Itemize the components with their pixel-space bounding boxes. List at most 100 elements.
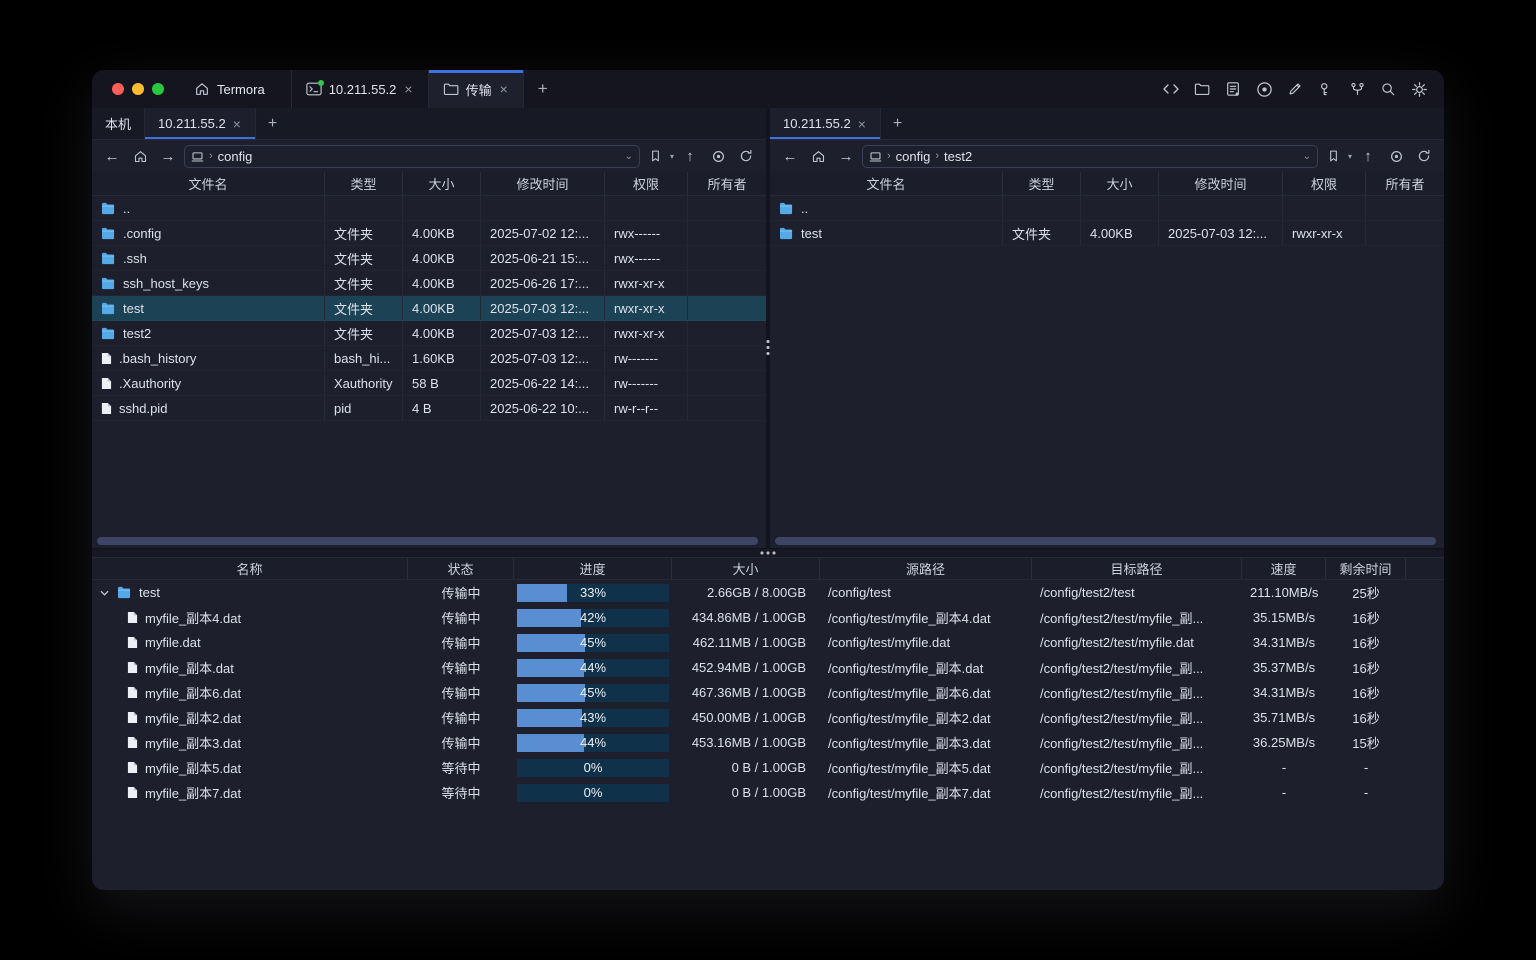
file-row[interactable]: ..: [92, 196, 766, 221]
new-window-tab-button[interactable]: +: [524, 70, 562, 108]
bookmark-caret-icon[interactable]: ▾: [1348, 152, 1352, 161]
collapse-chevron-icon[interactable]: [98, 590, 110, 596]
breadcrumb-segment[interactable]: config: [896, 149, 931, 164]
parent-directory-button[interactable]: ↑: [1356, 144, 1380, 168]
transfer-row[interactable]: myfile_副本3.dat传输中44%453.16MB / 1.00GB/co…: [92, 730, 1444, 755]
forward-button[interactable]: →: [834, 144, 858, 168]
file-row[interactable]: test2文件夹4.00KB2025-07-03 12:...rwxr-xr-x: [92, 321, 766, 346]
file-name: ..: [801, 201, 808, 216]
minimize-window-button[interactable]: [132, 83, 144, 95]
left-file-panel: 本机10.211.55.2×+ ← → ›config ⌄ ▾ ↑: [92, 108, 766, 548]
chevron-down-icon[interactable]: ⌄: [1303, 151, 1311, 162]
transfer-row[interactable]: myfile_副本2.dat传输中43%450.00MB / 1.00GB/co…: [92, 705, 1444, 730]
file-row[interactable]: test文件夹4.00KB2025-07-03 12:...rwxr-xr-x: [92, 296, 766, 321]
column-header-所有者[interactable]: 所有者: [1366, 172, 1444, 195]
home-icon: [133, 149, 148, 164]
column-header-权限[interactable]: 权限: [605, 172, 688, 195]
column-header-修改时间[interactable]: 修改时间: [481, 172, 605, 195]
termora-window: Termora 10.211.55.2×传输× + 本机10.211.55.2×…: [92, 70, 1444, 890]
window-tab-传输[interactable]: 传输×: [428, 70, 524, 108]
key-button[interactable]: [1317, 80, 1335, 98]
code-button[interactable]: [1162, 80, 1180, 98]
forward-button[interactable]: →: [156, 144, 180, 168]
refresh-button[interactable]: [734, 144, 758, 168]
new-panel-tab-button[interactable]: +: [256, 108, 289, 139]
new-panel-tab-button[interactable]: +: [881, 108, 914, 139]
column-header-剩余时间[interactable]: 剩余时间: [1326, 558, 1406, 579]
column-header-类型[interactable]: 类型: [1003, 172, 1081, 195]
column-header-大小[interactable]: 大小: [672, 558, 820, 579]
breadcrumb-segment[interactable]: config: [218, 149, 253, 164]
transfer-row[interactable]: myfile_副本.dat传输中44%452.94MB / 1.00GB/con…: [92, 655, 1444, 680]
folder-button[interactable]: [1193, 80, 1211, 98]
home-button[interactable]: [128, 144, 152, 168]
left-horizontal-scrollbar[interactable]: [97, 537, 758, 545]
column-header-文件名[interactable]: 文件名: [92, 172, 325, 195]
column-header-名称[interactable]: 名称: [92, 558, 408, 579]
transfer-row[interactable]: test传输中33%2.66GB / 8.00GB/config/test/co…: [92, 580, 1444, 605]
parent-directory-button[interactable]: ↑: [678, 144, 702, 168]
column-header-大小[interactable]: 大小: [1081, 172, 1159, 195]
bookmark-caret-icon[interactable]: ▾: [670, 152, 674, 161]
transfer-size-cell: 453.16MB / 1.00GB: [672, 735, 820, 750]
breadcrumb-segment[interactable]: test2: [944, 149, 972, 164]
column-header-所有者[interactable]: 所有者: [688, 172, 766, 195]
transfer-row[interactable]: myfile.dat传输中45%462.11MB / 1.00GB/config…: [92, 630, 1444, 655]
close-tab-icon[interactable]: ×: [857, 117, 867, 131]
close-window-button[interactable]: [112, 83, 124, 95]
left-breadcrumb[interactable]: ›config ⌄: [184, 145, 640, 168]
file-row[interactable]: ..: [770, 196, 1444, 221]
column-header-目标路径[interactable]: 目标路径: [1032, 558, 1242, 579]
column-header-源路径[interactable]: 源路径: [820, 558, 1032, 579]
transfer-row[interactable]: myfile_副本6.dat传输中45%467.36MB / 1.00GB/co…: [92, 680, 1444, 705]
back-button[interactable]: ←: [778, 144, 802, 168]
column-header-文件名[interactable]: 文件名: [770, 172, 1003, 195]
close-tab-icon[interactable]: ×: [499, 82, 509, 96]
gear-button[interactable]: [1410, 80, 1428, 98]
file-row[interactable]: .ssh文件夹4.00KB2025-06-21 15:...rwx------: [92, 246, 766, 271]
transfer-splitter[interactable]: [92, 548, 1444, 558]
column-header-大小[interactable]: 大小: [403, 172, 481, 195]
app-home-tab[interactable]: Termora: [182, 70, 291, 108]
transfer-row[interactable]: myfile_副本7.dat等待中0%0 B / 1.00GB/config/t…: [92, 780, 1444, 805]
column-header-权限[interactable]: 权限: [1283, 172, 1366, 195]
window-tab-10.211.55.2[interactable]: 10.211.55.2×: [291, 70, 428, 108]
right-breadcrumb[interactable]: ›config›test2 ⌄: [862, 145, 1318, 168]
file-row[interactable]: .XauthorityXauthority58 B2025-06-22 14:.…: [92, 371, 766, 396]
close-tab-icon[interactable]: ×: [232, 117, 242, 131]
maximize-window-button[interactable]: [152, 83, 164, 95]
file-name: test: [801, 226, 822, 241]
column-header-类型[interactable]: 类型: [325, 172, 403, 195]
refresh-button[interactable]: [1412, 144, 1436, 168]
panel-tab-本机[interactable]: 本机: [92, 108, 145, 139]
notes-button[interactable]: [1224, 80, 1242, 98]
record-button[interactable]: [1255, 80, 1273, 98]
right-horizontal-scrollbar[interactable]: [775, 537, 1436, 545]
column-header-速度[interactable]: 速度: [1242, 558, 1326, 579]
column-header-进度[interactable]: 进度: [514, 558, 672, 579]
panel-tab-10.211.55.2[interactable]: 10.211.55.2×: [145, 108, 256, 139]
bookmark-button[interactable]: [1322, 144, 1346, 168]
panel-tab-10.211.55.2[interactable]: 10.211.55.2×: [770, 108, 881, 139]
transfer-row[interactable]: myfile_副本5.dat等待中0%0 B / 1.00GB/config/t…: [92, 755, 1444, 780]
show-hidden-toggle[interactable]: [706, 144, 730, 168]
transfer-progress-cell: 0%: [514, 784, 672, 802]
bookmark-button[interactable]: [644, 144, 668, 168]
column-header-状态[interactable]: 状态: [408, 558, 514, 579]
eye-icon: [711, 149, 726, 164]
chevron-down-icon[interactable]: ⌄: [625, 151, 633, 162]
file-row[interactable]: sshd.pidpid4 B2025-06-22 10:...rw-r--r--: [92, 396, 766, 421]
column-header-修改时间[interactable]: 修改时间: [1159, 172, 1283, 195]
file-row[interactable]: ssh_host_keys文件夹4.00KB2025-06-26 17:...r…: [92, 271, 766, 296]
back-button[interactable]: ←: [100, 144, 124, 168]
home-button[interactable]: [806, 144, 830, 168]
branch-button[interactable]: [1348, 80, 1366, 98]
transfer-row[interactable]: myfile_副本4.dat传输中42%434.86MB / 1.00GB/co…: [92, 605, 1444, 630]
file-row[interactable]: .bash_historybash_hi...1.60KB2025-07-03 …: [92, 346, 766, 371]
close-tab-icon[interactable]: ×: [403, 82, 413, 96]
show-hidden-toggle[interactable]: [1384, 144, 1408, 168]
file-row[interactable]: test文件夹4.00KB2025-07-03 12:...rwxr-xr-x: [770, 221, 1444, 246]
file-row[interactable]: .config文件夹4.00KB2025-07-02 12:...rwx----…: [92, 221, 766, 246]
search-button[interactable]: [1379, 80, 1397, 98]
pencil-button[interactable]: [1286, 80, 1304, 98]
